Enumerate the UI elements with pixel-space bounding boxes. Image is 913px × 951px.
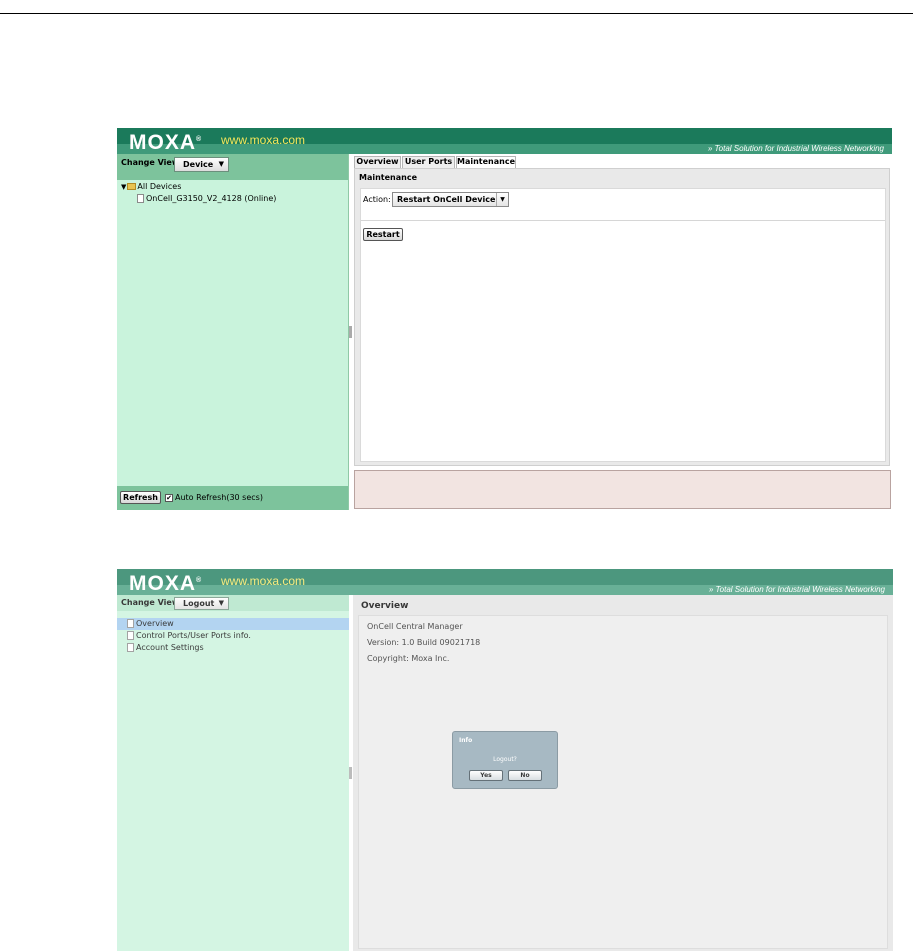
splitter-grip[interactable] — [349, 326, 352, 338]
tab-user-ports[interactable]: User Ports — [402, 156, 455, 168]
chevron-down-icon: ▼ — [496, 193, 508, 206]
sidebar-item-control-ports[interactable]: Control Ports/User Ports info. — [117, 630, 349, 642]
logout-screenshot: MOXA® www.moxa.com » Total Solution for … — [117, 569, 893, 951]
tree-item-device[interactable]: OnCell_G3150_V2_4128 (Online) — [137, 194, 276, 204]
overview-title: Overview — [361, 601, 409, 611]
maintenance-title: Maintenance — [359, 173, 418, 182]
maintenance-panel: Maintenance Action: Restart OnCell Devic… — [354, 168, 890, 466]
sidebar: Change View Logout ▼ Overview Control Po… — [117, 595, 349, 951]
product-name: OnCell Central Manager — [367, 622, 463, 631]
header-tagline: » Total Solution for Industrial Wireless… — [707, 144, 884, 153]
app-header: MOXA® www.moxa.com » Total Solution for … — [117, 128, 892, 154]
sidebar-footer: Refresh ✔ Auto Refresh(30 secs) — [117, 486, 348, 510]
moxa-logo: MOXA® — [129, 131, 203, 154]
restart-button[interactable]: Restart — [363, 228, 403, 241]
moxa-logo: MOXA® — [129, 572, 203, 595]
view-dropdown[interactable]: Logout ▼ — [174, 597, 229, 610]
tree-expand-icon[interactable]: ▼ — [121, 183, 126, 191]
maintenance-form: Action: Restart OnCell Device ▼ Restart — [360, 188, 886, 462]
sidebar-item-label: Control Ports/User Ports info. — [136, 631, 251, 640]
copyright-text: Copyright: Moxa Inc. — [367, 654, 450, 663]
file-icon — [137, 194, 144, 203]
overview-panel: OnCell Central Manager Version: 1.0 Buil… — [358, 615, 888, 949]
sidebar-item-label: Account Settings — [136, 643, 204, 652]
view-dropdown-value: Logout — [183, 599, 215, 608]
header-tagline: » Total Solution for Industrial Wireless… — [708, 585, 885, 594]
file-icon — [127, 631, 134, 640]
action-select[interactable]: Restart OnCell Device ▼ — [392, 192, 509, 207]
splitter-grip[interactable] — [349, 767, 352, 779]
logout-dialog: Info Logout? Yes No — [452, 731, 558, 789]
message-area — [354, 470, 891, 509]
app-header: MOXA® www.moxa.com » Total Solution for … — [117, 569, 893, 595]
yes-button[interactable]: Yes — [469, 770, 503, 781]
auto-refresh-label: Auto Refresh(30 secs) — [175, 493, 263, 502]
tab-overview[interactable]: Overview — [354, 156, 401, 168]
form-divider — [361, 220, 885, 221]
main-panel: Overview User Ports Maintenance Maintena… — [353, 154, 892, 510]
action-label: Action: — [363, 195, 391, 204]
moxa-url-link[interactable]: www.moxa.com — [221, 574, 305, 588]
view-dropdown[interactable]: Device ▼ — [174, 157, 229, 172]
main-panel: Overview OnCell Central Manager Version:… — [353, 595, 893, 951]
moxa-url-link[interactable]: www.moxa.com — [221, 133, 305, 147]
file-icon — [127, 619, 134, 628]
file-icon — [127, 643, 134, 652]
dialog-message: Logout? — [493, 756, 517, 763]
checkbox-checked-icon[interactable]: ✔ — [165, 493, 173, 502]
tree-item-device-label: OnCell_G3150_V2_4128 (Online) — [146, 194, 277, 203]
no-button[interactable]: No — [508, 770, 542, 781]
change-view-label: Change View — [121, 158, 180, 167]
maintenance-screenshot: MOXA® www.moxa.com » Total Solution for … — [117, 128, 892, 510]
chevron-down-icon: ▼ — [218, 160, 224, 168]
tab-bar: Overview User Ports Maintenance — [353, 154, 892, 168]
action-select-value: Restart OnCell Device — [397, 195, 496, 204]
sidebar-item-account-settings[interactable]: Account Settings — [117, 642, 349, 654]
tab-maintenance[interactable]: Maintenance — [456, 156, 516, 168]
sidebar-item-label: Overview — [136, 619, 174, 628]
change-view-bar: Change View Device ▼ — [117, 154, 348, 180]
change-view-bar: Change View Logout ▼ — [117, 595, 349, 611]
chevron-down-icon: ▼ — [218, 599, 224, 607]
sidebar-item-overview[interactable]: Overview — [117, 618, 349, 630]
view-dropdown-value: Device — [183, 160, 214, 169]
page-top-rule — [0, 13, 913, 14]
auto-refresh-checkbox[interactable]: ✔ Auto Refresh(30 secs) — [165, 493, 263, 503]
folder-icon — [127, 183, 137, 190]
dialog-title: Info — [459, 737, 473, 744]
refresh-button[interactable]: Refresh — [120, 491, 161, 504]
tree-root-label: All Devices — [137, 182, 182, 191]
sidebar: Change View Device ▼ ▼ All Devices OnCell… — [117, 154, 349, 510]
version-text: Version: 1.0 Build 09021718 — [367, 638, 481, 647]
tree-root-all-devices[interactable]: ▼ All Devices — [121, 182, 181, 192]
change-view-label: Change View — [121, 598, 180, 607]
